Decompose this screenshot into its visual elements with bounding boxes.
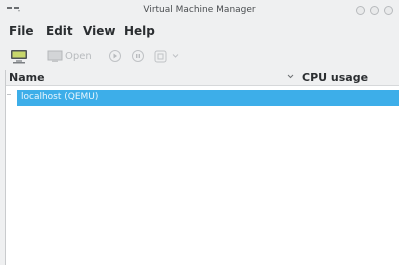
menu-file[interactable]: File xyxy=(9,24,34,38)
column-header-cpu-usage[interactable]: CPU usage xyxy=(302,71,368,84)
console-icon xyxy=(47,50,63,62)
vm-list[interactable]: Name CPU usage localhost (QEMU) xyxy=(5,70,399,265)
pause-button[interactable] xyxy=(132,47,144,65)
open-label: Open xyxy=(65,50,92,62)
maximize-button[interactable] xyxy=(370,6,379,15)
minimize-button[interactable] xyxy=(356,6,365,15)
title-bar: Virtual Machine Manager xyxy=(0,0,399,20)
chevron-down-icon[interactable] xyxy=(287,71,294,81)
pause-icon xyxy=(132,50,144,62)
menu-bar: File Edit View Help xyxy=(0,21,399,41)
menu-help[interactable]: Help xyxy=(124,24,155,38)
monitor-icon xyxy=(11,50,27,64)
tree-expander[interactable] xyxy=(7,94,11,95)
play-icon xyxy=(109,50,121,62)
run-button[interactable] xyxy=(109,47,121,65)
shutdown-button[interactable] xyxy=(154,47,167,65)
connection-name: localhost (QEMU) xyxy=(21,92,99,102)
open-button[interactable]: Open xyxy=(47,47,92,65)
window-title: Virtual Machine Manager xyxy=(143,5,256,15)
list-header: Name CPU usage xyxy=(6,70,399,86)
menu-edit[interactable]: Edit xyxy=(46,24,73,38)
vmm-window: Virtual Machine Manager File Edit View H… xyxy=(0,0,399,265)
close-button[interactable] xyxy=(384,6,393,15)
list-item[interactable]: localhost (QEMU) xyxy=(17,90,399,106)
power-icon xyxy=(154,50,167,62)
toolbar: Open xyxy=(0,44,399,68)
column-header-name[interactable]: Name xyxy=(9,71,45,84)
chevron-down-icon xyxy=(172,54,179,58)
shutdown-menu-button[interactable] xyxy=(172,47,179,65)
new-vm-button[interactable] xyxy=(10,47,28,65)
menu-view[interactable]: View xyxy=(83,24,115,38)
